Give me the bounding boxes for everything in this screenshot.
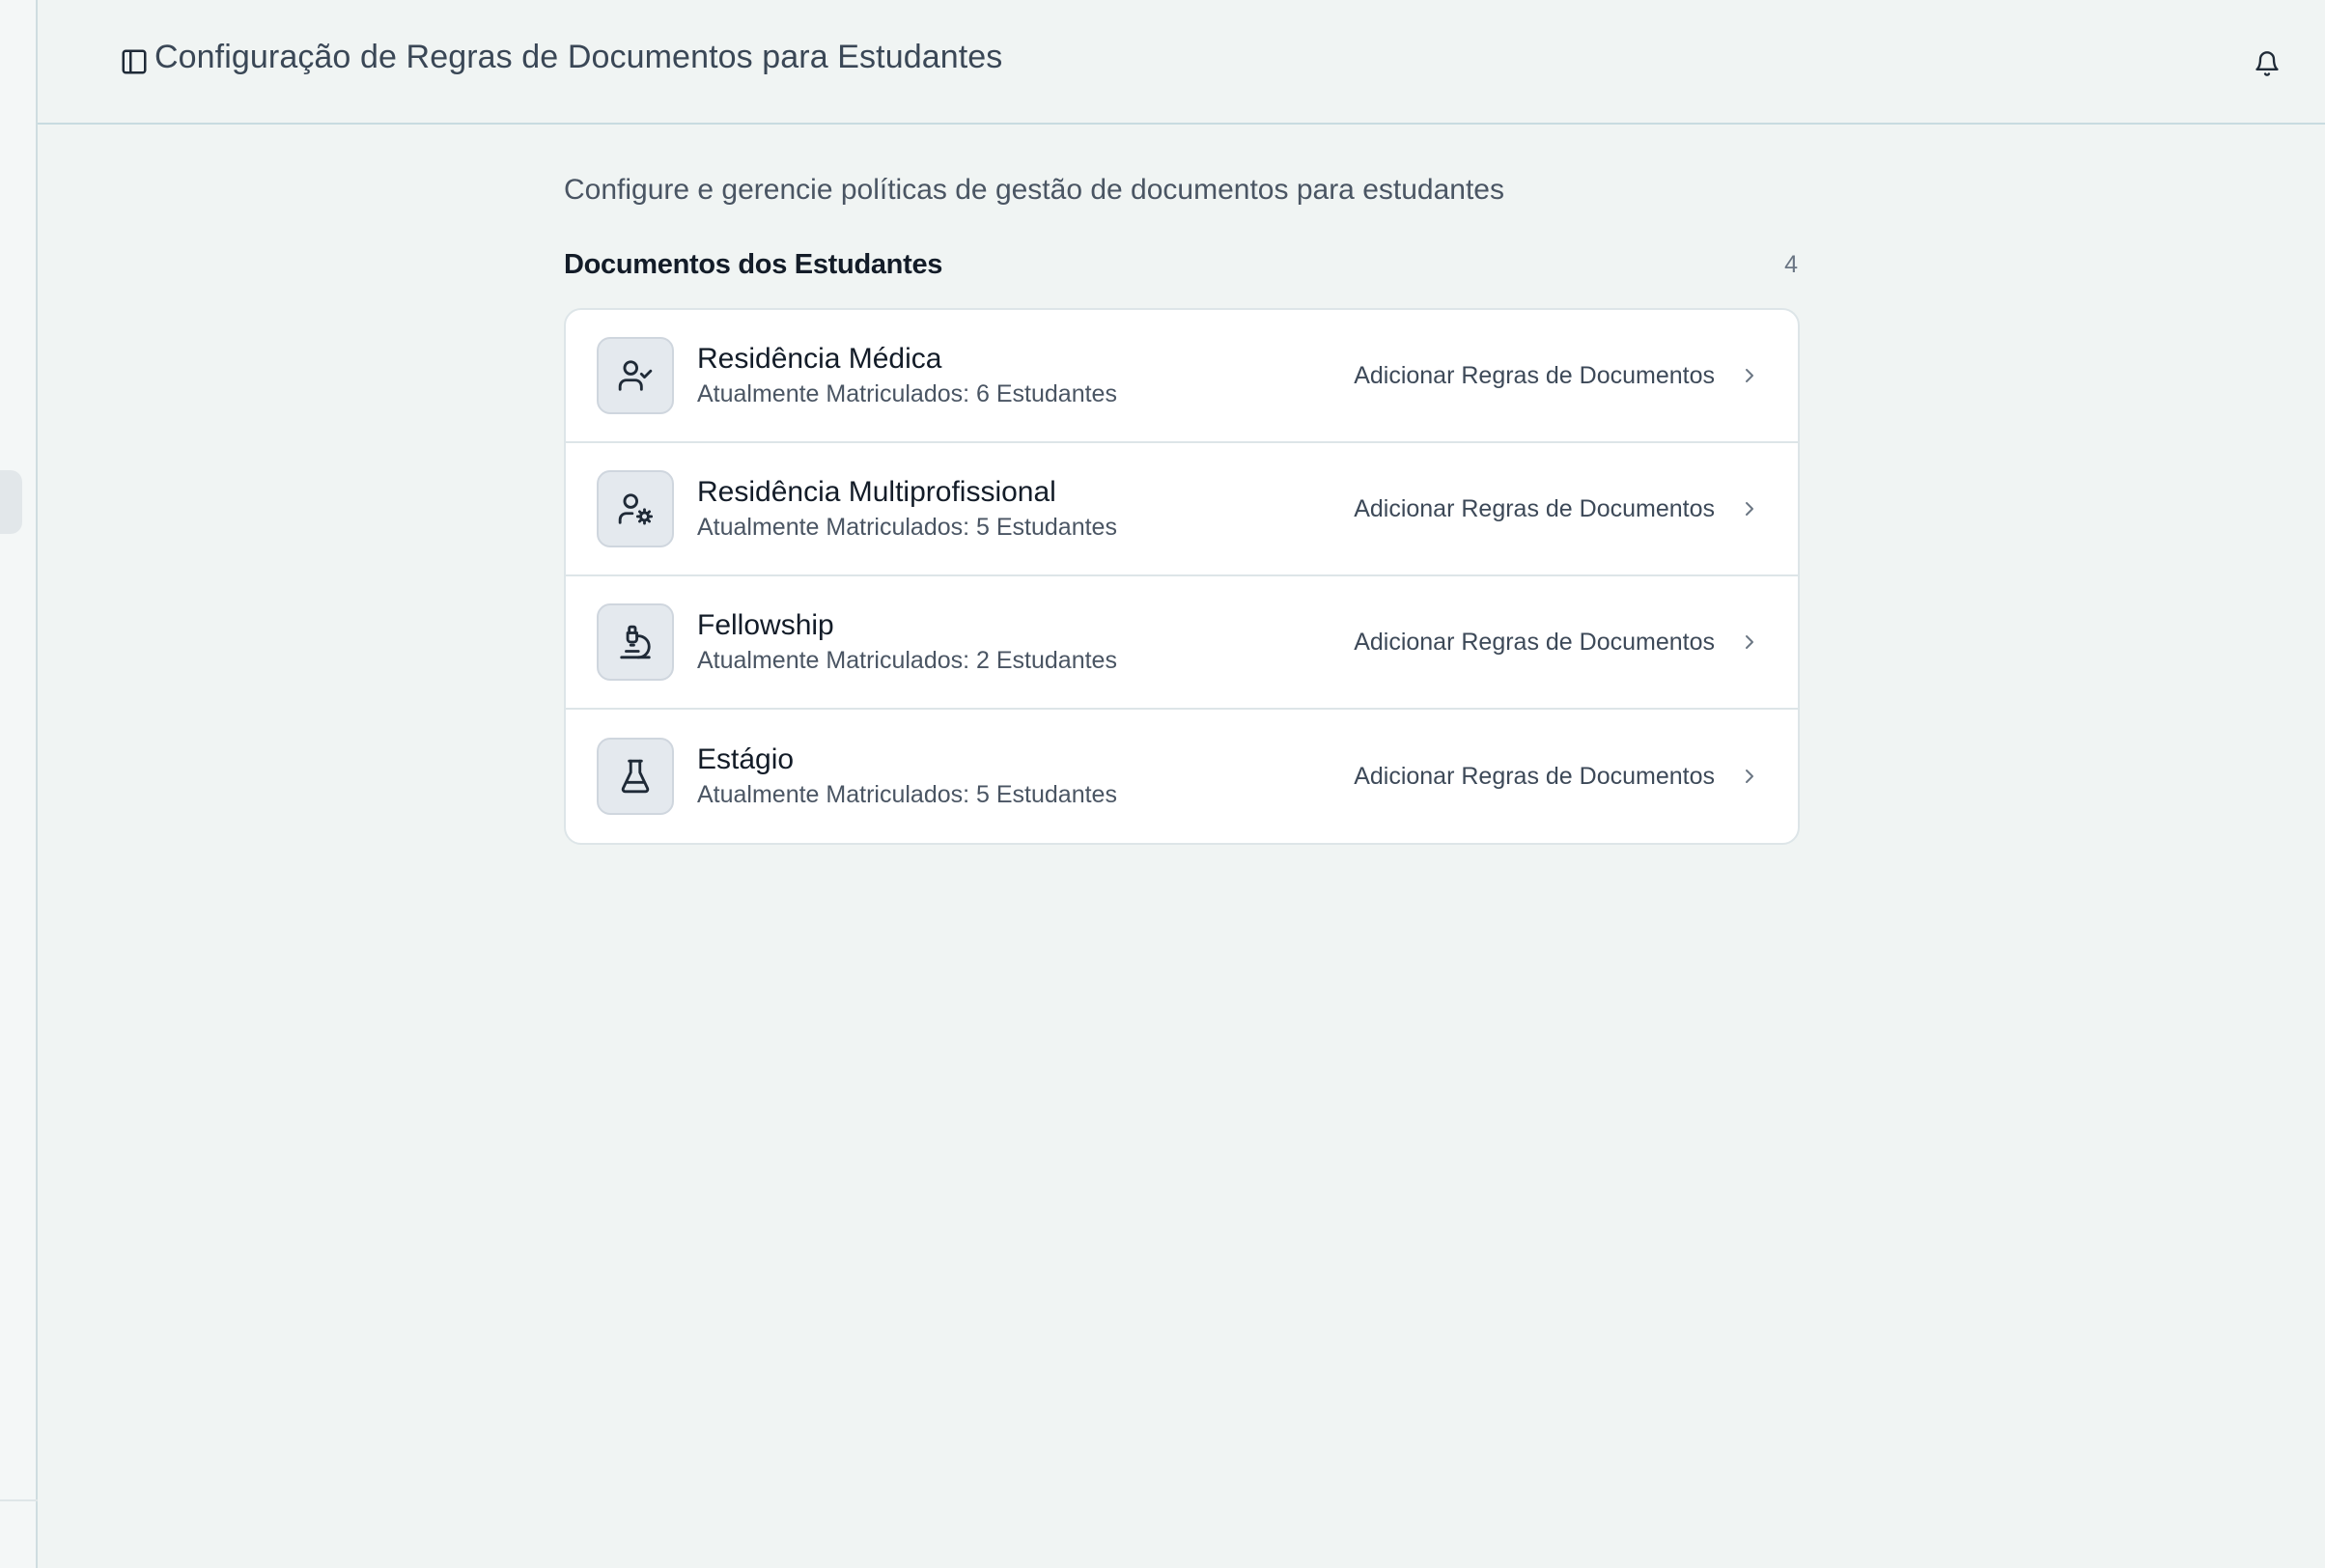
main-content: Configure e gerencie políticas de gestão… [564,174,1800,845]
item-title: Estágio [697,743,795,775]
item-icon-box [597,470,674,547]
sidebar-expand-handle[interactable] [0,470,22,534]
user-cog-icon [618,493,654,525]
sidebar-toggle-icon [122,49,147,74]
add-rules-link[interactable]: Adicionar Regras de Documentos [1354,495,1715,523]
item-subtitle: Atualmente Matriculados: 2 Estudantes [697,647,1117,674]
item-icon-box [597,603,674,681]
item-text: Residência Médica Atualmente Matriculado… [697,341,1354,410]
sidebar-collapsed [0,0,38,1568]
list-item-fellowship[interactable]: Fellowship Atualmente Matriculados: 2 Es… [566,576,1798,710]
list-item-residencia-multiprofissional[interactable]: Residência Multiprofissional Atualmente … [566,443,1798,576]
sidebar-divider [0,1499,38,1501]
item-text: Estágio Atualmente Matriculados: 5 Estud… [697,742,1354,811]
add-rules-link[interactable]: Adicionar Regras de Documentos [1354,362,1715,390]
item-subtitle: Atualmente Matriculados: 6 Estudantes [697,380,1117,407]
list-item-estagio[interactable]: Estágio Atualmente Matriculados: 5 Estud… [566,710,1798,843]
user-check-icon [618,360,653,391]
page-title: Configuração de Regras de Documentos par… [154,39,1003,75]
section-title: Documentos dos Estudantes [564,248,943,280]
item-title: Residência Multiprofissional [697,476,1056,508]
add-rules-link[interactable]: Adicionar Regras de Documentos [1354,629,1715,657]
chevron-right-icon [1736,362,1763,389]
item-icon-box [597,337,674,414]
document-types-list: Residência Médica Atualmente Matriculado… [564,308,1800,845]
item-count: 4 [1784,250,1798,278]
item-text: Fellowship Atualmente Matriculados: 2 Es… [697,607,1354,677]
item-icon-box [597,738,674,815]
chevron-right-icon [1736,763,1763,790]
chevron-right-icon [1736,629,1763,656]
add-rules-link[interactable]: Adicionar Regras de Documentos [1354,763,1715,791]
item-subtitle: Atualmente Matriculados: 5 Estudantes [697,781,1117,808]
item-subtitle: Atualmente Matriculados: 5 Estudantes [697,514,1117,541]
section-header: Documentos dos Estudantes 4 [564,247,1800,282]
flask-icon [621,759,650,794]
page-header: Configuração de Regras de Documentos par… [38,0,2325,125]
item-text: Residência Multiprofissional Atualmente … [697,474,1354,544]
item-title: Fellowship [697,609,834,641]
notifications-button[interactable] [2246,42,2288,85]
chevron-right-icon [1736,495,1763,522]
list-item-residencia-medica[interactable]: Residência Médica Atualmente Matriculado… [566,310,1798,443]
microscope-icon [620,625,651,659]
item-title: Residência Médica [697,343,942,375]
bell-icon [2255,51,2279,76]
page-description: Configure e gerencie políticas de gestão… [564,174,1504,206]
